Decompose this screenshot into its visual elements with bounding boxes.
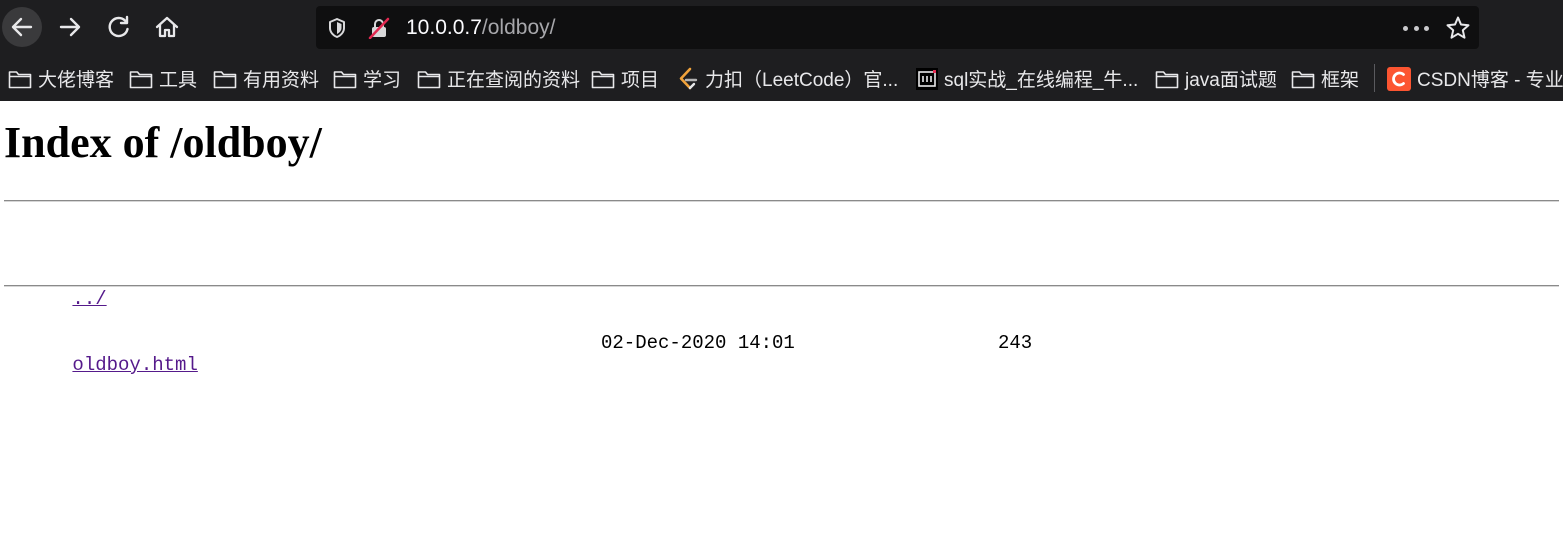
- bookmark-folder-tools[interactable]: 工具: [129, 56, 197, 101]
- bookmark-label: java面试题: [1185, 70, 1277, 91]
- parent-directory-link[interactable]: ../: [72, 288, 106, 310]
- folder-icon: [129, 69, 153, 89]
- folder-icon: [213, 69, 237, 89]
- folder-icon: [1291, 69, 1315, 89]
- forward-button[interactable]: [50, 7, 90, 47]
- divider-top: [4, 200, 1559, 202]
- csdn-icon: [1387, 66, 1411, 91]
- bookmark-folder-projects[interactable]: 项目: [591, 56, 659, 101]
- bookmarks-separator: [1374, 64, 1375, 92]
- bookmark-label: 学习: [363, 70, 402, 91]
- bookmark-csdn[interactable]: CSDN博客 - 专业: [1387, 56, 1563, 101]
- folder-icon: [333, 69, 357, 89]
- folder-icon: [1155, 69, 1179, 89]
- bookmark-nowcoder-sql[interactable]: sql实战_在线编程_牛...: [916, 56, 1138, 101]
- divider-bottom: [4, 285, 1559, 287]
- back-button[interactable]: [2, 7, 42, 47]
- bookmarks-toolbar: 大佬博客 工具 有用资料 学习 正在查阅的资料 项目 力扣（LeetCode）官…: [0, 56, 1563, 101]
- page-title: Index of /oldboy/: [4, 118, 322, 167]
- bookmark-folder-study[interactable]: 学习: [333, 56, 401, 101]
- browser-toolbar: 10.0.0.7/oldboy/: [0, 0, 1563, 56]
- folder-icon: [8, 69, 32, 89]
- page-actions-menu-icon[interactable]: [1403, 19, 1429, 37]
- bookmark-label: 大佬博客: [38, 70, 115, 91]
- bookmark-label: sql实战_在线编程_牛...: [944, 70, 1139, 91]
- bookmark-leetcode[interactable]: 力扣（LeetCode）官...: [677, 56, 898, 101]
- address-bar[interactable]: 10.0.0.7/oldboy/: [316, 6, 1479, 49]
- file-modified-date: 02-Dec-2020 14:01: [601, 332, 795, 354]
- bookmark-folder-reading[interactable]: 正在查阅的资料: [417, 56, 580, 101]
- arrow-left-icon: [11, 17, 33, 37]
- bookmark-label: CSDN博客 - 专业: [1417, 70, 1563, 91]
- arrow-right-icon: [59, 17, 81, 37]
- home-button[interactable]: [147, 7, 187, 47]
- bookmark-label: 项目: [621, 70, 660, 91]
- bookmark-folder-framework[interactable]: 框架: [1291, 56, 1359, 101]
- bookmark-label: 框架: [1321, 70, 1360, 91]
- folder-icon: [417, 69, 441, 89]
- bookmark-label: 正在查阅的资料: [447, 70, 581, 91]
- bookmark-label: 有用资料: [243, 70, 320, 91]
- file-size: 243: [998, 332, 1033, 354]
- url-host: 10.0.0.7: [406, 16, 482, 39]
- url-text[interactable]: 10.0.0.7/oldboy/: [406, 6, 555, 49]
- nowcoder-icon: [916, 67, 938, 90]
- home-icon: [155, 16, 179, 38]
- directory-listing: ../ oldboy.html 02-Dec-2020 14:01 243: [4, 222, 1032, 398]
- bookmark-label: 工具: [159, 70, 198, 91]
- reload-icon: [108, 15, 129, 38]
- file-link-oldboy-html[interactable]: oldboy.html: [72, 354, 197, 376]
- leetcode-icon: [677, 67, 699, 91]
- bookmark-folder-useful[interactable]: 有用资料: [213, 56, 319, 101]
- reload-button[interactable]: [99, 7, 139, 47]
- folder-icon: [591, 69, 615, 89]
- insecure-lock-icon[interactable]: [368, 17, 390, 43]
- url-path: /oldboy/: [481, 16, 556, 39]
- tracking-protection-shield-icon[interactable]: [328, 18, 346, 42]
- bookmark-star-icon[interactable]: [1445, 15, 1471, 45]
- listing-row-file: oldboy.html 02-Dec-2020 14:01 243: [4, 332, 1032, 376]
- page-content: Index of /oldboy/ ../ oldboy.html 02-Dec…: [0, 101, 1563, 538]
- bookmark-label: 力扣（LeetCode）官...: [705, 70, 899, 91]
- bookmark-folder-java[interactable]: java面试题: [1155, 56, 1277, 101]
- bookmark-folder-dalao[interactable]: 大佬博客: [8, 56, 114, 101]
